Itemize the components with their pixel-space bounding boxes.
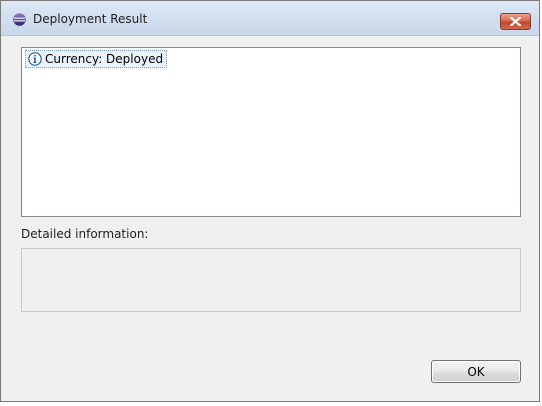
detailed-information-area[interactable]	[21, 248, 521, 312]
close-icon	[510, 17, 521, 26]
close-button[interactable]	[500, 13, 531, 30]
deployment-results-list[interactable]: Currency: Deployed	[21, 47, 521, 217]
detailed-information-label: Detailed information:	[21, 227, 149, 241]
title-bar[interactable]: Deployment Result	[1, 1, 539, 36]
list-item-label: Currency: Deployed	[45, 52, 164, 66]
deployment-result-dialog: Deployment Result Currency: Deployed Det…	[0, 0, 540, 402]
eclipse-icon	[13, 13, 26, 26]
dialog-content: Currency: Deployed Detailed information:…	[1, 36, 539, 401]
dialog-title: Deployment Result	[33, 12, 148, 26]
info-icon	[28, 52, 42, 66]
list-item[interactable]: Currency: Deployed	[25, 50, 168, 68]
ok-button[interactable]: OK	[431, 360, 521, 383]
